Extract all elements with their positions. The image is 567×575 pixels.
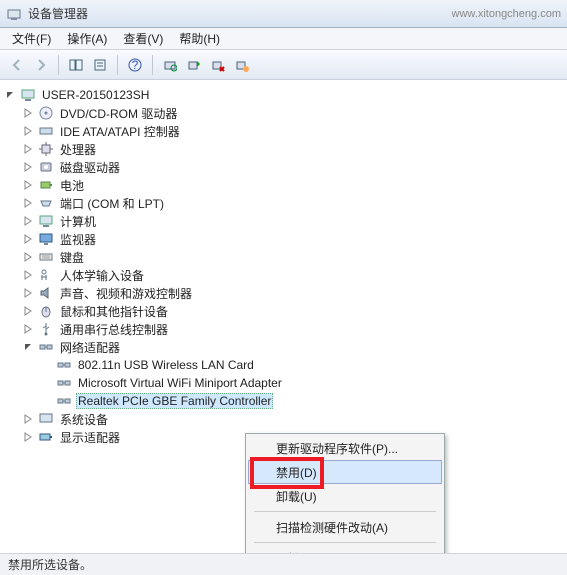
ctx-separator xyxy=(254,511,436,512)
ctx-separator xyxy=(254,542,436,543)
expand-icon[interactable] xyxy=(22,431,34,443)
collapse-icon[interactable] xyxy=(4,89,16,101)
network-adapter-icon xyxy=(56,393,72,409)
tree-node-hid[interactable]: 人体学输入设备 xyxy=(22,266,563,284)
disk-icon xyxy=(38,159,54,175)
help-button[interactable]: ? xyxy=(124,54,146,76)
tree-node-net-realtek[interactable]: Realtek PCIe GBE Family Controller xyxy=(40,392,563,410)
tree-node-usb[interactable]: 通用串行总线控制器 xyxy=(22,320,563,338)
dvd-icon xyxy=(38,105,54,121)
ctx-scan-hardware[interactable]: 扫描检测硬件改动(A) xyxy=(248,515,442,539)
computer-icon xyxy=(20,87,36,103)
ctx-disable[interactable]: 禁用(D) xyxy=(248,460,442,484)
titlebar: 设备管理器 www.xitongcheng.com xyxy=(0,0,567,28)
network-icon xyxy=(38,339,54,355)
update-driver-button[interactable] xyxy=(183,54,205,76)
expand-icon[interactable] xyxy=(22,233,34,245)
computer-icon xyxy=(38,213,54,229)
tree-node-network[interactable]: 网络适配器 xyxy=(22,338,563,356)
expand-icon[interactable] xyxy=(22,197,34,209)
tree-node-sound[interactable]: 声音、视频和游戏控制器 xyxy=(22,284,563,302)
back-button xyxy=(6,54,28,76)
menubar: 文件(F) 操作(A) 查看(V) 帮助(H) xyxy=(0,28,567,50)
tree-root[interactable]: USER-20150123SH xyxy=(4,86,563,104)
tree-node-net-virtual[interactable]: Microsoft Virtual WiFi Miniport Adapter xyxy=(40,374,563,392)
sound-icon xyxy=(38,285,54,301)
menu-action[interactable]: 操作(A) xyxy=(59,28,115,49)
tree-node-disk[interactable]: 磁盘驱动器 xyxy=(22,158,563,176)
menu-file[interactable]: 文件(F) xyxy=(4,28,59,49)
tree-root-label: USER-20150123SH xyxy=(40,88,151,102)
toolbar-separator xyxy=(117,55,118,75)
svg-text:?: ? xyxy=(132,58,139,72)
expand-icon[interactable] xyxy=(22,251,34,263)
tree-node-battery[interactable]: 电池 xyxy=(22,176,563,194)
tree-node-system[interactable]: 系统设备 xyxy=(22,410,563,428)
display-adapter-icon xyxy=(38,429,54,445)
tree-node-ide[interactable]: IDE ATA/ATAPI 控制器 xyxy=(22,122,563,140)
ctx-update-driver[interactable]: 更新驱动程序软件(P)... xyxy=(248,436,442,460)
cpu-icon xyxy=(38,141,54,157)
expand-icon[interactable] xyxy=(22,107,34,119)
expand-icon[interactable] xyxy=(22,179,34,191)
toolbar-separator xyxy=(58,55,59,75)
network-adapter-icon xyxy=(56,375,72,391)
monitor-icon xyxy=(38,231,54,247)
tree-node-ports[interactable]: 端口 (COM 和 LPT) xyxy=(22,194,563,212)
usb-icon xyxy=(38,321,54,337)
hid-icon xyxy=(38,267,54,283)
menu-view[interactable]: 查看(V) xyxy=(115,28,171,49)
network-adapter-icon xyxy=(56,357,72,373)
properties-button[interactable] xyxy=(89,54,111,76)
expand-icon[interactable] xyxy=(22,269,34,281)
toolbar-separator xyxy=(152,55,153,75)
ide-icon xyxy=(38,123,54,139)
expand-icon[interactable] xyxy=(22,287,34,299)
window-title: 设备管理器 xyxy=(28,5,452,22)
tree-node-computer[interactable]: 计算机 xyxy=(22,212,563,230)
expand-icon[interactable] xyxy=(22,161,34,173)
expand-icon[interactable] xyxy=(22,413,34,425)
expand-icon[interactable] xyxy=(22,323,34,335)
keyboard-icon xyxy=(38,249,54,265)
scan-hardware-button[interactable] xyxy=(159,54,181,76)
uninstall-button[interactable] xyxy=(231,54,253,76)
app-icon xyxy=(6,6,22,22)
menu-help[interactable]: 帮助(H) xyxy=(171,28,228,49)
tree-node-cpu[interactable]: 处理器 xyxy=(22,140,563,158)
statusbar: 禁用所选设备。 xyxy=(0,553,567,575)
tree-node-keyboard[interactable]: 键盘 xyxy=(22,248,563,266)
tree-node-monitor[interactable]: 监视器 xyxy=(22,230,563,248)
expand-icon[interactable] xyxy=(22,215,34,227)
context-menu: 更新驱动程序软件(P)... 禁用(D) 卸载(U) 扫描检测硬件改动(A) 属… xyxy=(245,433,445,573)
address-hint: www.xitongcheng.com xyxy=(452,8,561,20)
ports-icon xyxy=(38,195,54,211)
disable-button[interactable] xyxy=(207,54,229,76)
expand-icon[interactable] xyxy=(22,305,34,317)
collapse-icon[interactable] xyxy=(22,341,34,353)
system-icon xyxy=(38,411,54,427)
battery-icon xyxy=(38,177,54,193)
tree-node-net-wireless[interactable]: 802.11n USB Wireless LAN Card xyxy=(40,356,563,374)
tree-node-mouse[interactable]: 鼠标和其他指针设备 xyxy=(22,302,563,320)
status-text: 禁用所选设备。 xyxy=(8,556,92,573)
expand-icon[interactable] xyxy=(22,143,34,155)
ctx-uninstall[interactable]: 卸载(U) xyxy=(248,484,442,508)
forward-button xyxy=(30,54,52,76)
mouse-icon xyxy=(38,303,54,319)
show-hide-tree-button[interactable] xyxy=(65,54,87,76)
toolbar: ? xyxy=(0,50,567,80)
expand-icon[interactable] xyxy=(22,125,34,137)
tree-node-dvd[interactable]: DVD/CD-ROM 驱动器 xyxy=(22,104,563,122)
